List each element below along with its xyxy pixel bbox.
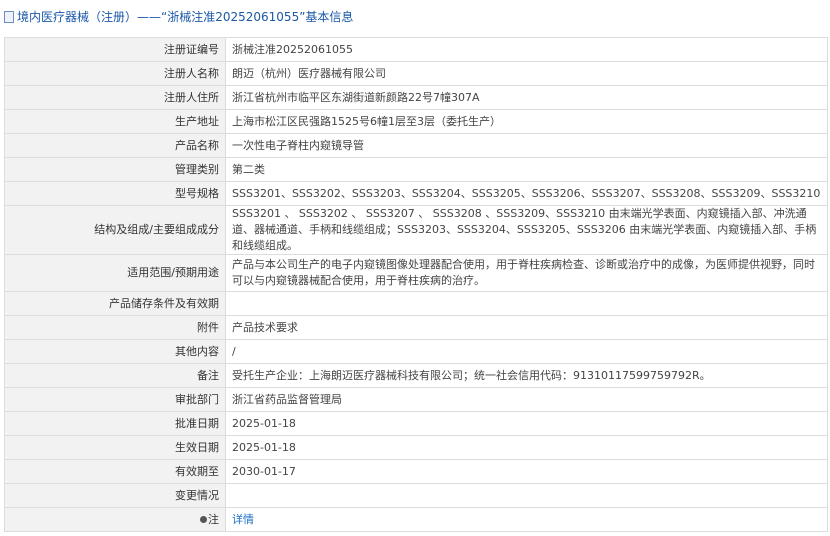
table-row: 结构及组成/主要组成成分 SSS3201 、 SSS3202 、 SSS3207…	[4, 205, 828, 255]
field-value: 2030-01-17	[225, 459, 828, 484]
field-value: 2025-01-18	[225, 411, 828, 436]
table-row: 产品名称 一次性电子脊柱内窥镜导管	[4, 133, 828, 158]
field-value: /	[225, 339, 828, 364]
table-row: 型号规格 SSS3201、SSS3202、SSS3203、SSS3204、SSS…	[4, 181, 828, 206]
field-value: 产品技术要求	[225, 315, 828, 340]
table-row: 注册证编号 浙械注准20252061055	[4, 37, 828, 62]
field-label: 产品储存条件及有效期	[4, 291, 226, 316]
field-value: 朗迈（杭州）医疗器械有限公司	[225, 61, 828, 86]
table-row: 管理类别 第二类	[4, 157, 828, 182]
field-value: 浙械注准20252061055	[225, 37, 828, 62]
table-row: 其他内容 /	[4, 339, 828, 364]
field-value: SSS3201 、 SSS3202 、 SSS3207 、 SSS3208 、S…	[225, 205, 828, 255]
field-label: 注册人名称	[4, 61, 226, 86]
field-label: 型号规格	[4, 181, 226, 206]
field-value: 2025-01-18	[225, 435, 828, 460]
field-value: 浙江省药品监督管理局	[225, 387, 828, 412]
field-label: 管理类别	[4, 157, 226, 182]
table-row: 生效日期 2025-01-18	[4, 435, 828, 460]
field-label: 变更情况	[4, 483, 226, 508]
field-label: 产品名称	[4, 133, 226, 158]
page-header: 境内医疗器械（注册）——“浙械注准20252061055”基本信息	[0, 0, 830, 33]
page-title: 境内医疗器械（注册）——“浙械注准20252061055”基本信息	[17, 10, 354, 24]
field-value: SSS3201、SSS3202、SSS3203、SSS3204、SSS3205、…	[225, 181, 828, 206]
field-value: 产品与本公司生产的电子内窥镜图像处理器配合使用，用于脊柱疾病检查、诊断或治疗中的…	[225, 254, 828, 292]
table-row: 注册人住所 浙江省杭州市临平区东湖街道新颜路22号7幢307A	[4, 85, 828, 110]
bulb-icon	[200, 515, 207, 523]
field-value	[225, 291, 828, 316]
table-row: 附件 产品技术要求	[4, 315, 828, 340]
field-value: 浙江省杭州市临平区东湖街道新颜路22号7幢307A	[225, 85, 828, 110]
field-label: 生产地址	[4, 109, 226, 134]
field-label: 注	[208, 512, 219, 526]
field-value: 第二类	[225, 157, 828, 182]
field-label: 审批部门	[4, 387, 226, 412]
table-row: 注 详情	[4, 507, 828, 532]
table-row: 变更情况	[4, 483, 828, 508]
document-icon	[4, 10, 14, 23]
field-label: 注册人住所	[4, 85, 226, 110]
field-label: 注册证编号	[4, 37, 226, 62]
field-label: 结构及组成/主要组成成分	[4, 205, 226, 255]
field-label: 适用范围/预期用途	[4, 254, 226, 292]
table-row: 产品储存条件及有效期	[4, 291, 828, 316]
field-label: 备注	[4, 363, 226, 388]
note-label-cell: 注	[4, 507, 226, 532]
table-row: 有效期至 2030-01-17	[4, 459, 828, 484]
field-label: 附件	[4, 315, 226, 340]
field-label: 批准日期	[4, 411, 226, 436]
field-value: 上海市松江区民强路1525号6幢1层至3层（委托生产）	[225, 109, 828, 134]
details-link[interactable]: 详情	[232, 513, 254, 526]
field-value: 一次性电子脊柱内窥镜导管	[225, 133, 828, 158]
field-value	[225, 483, 828, 508]
field-label: 其他内容	[4, 339, 226, 364]
info-table: 注册证编号 浙械注准20252061055 注册人名称 朗迈（杭州）医疗器械有限…	[4, 37, 828, 532]
table-row: 生产地址 上海市松江区民强路1525号6幢1层至3层（委托生产）	[4, 109, 828, 134]
field-value-cell: 详情	[225, 507, 828, 532]
field-label: 有效期至	[4, 459, 226, 484]
field-label: 生效日期	[4, 435, 226, 460]
table-row: 备注 受托生产企业：上海朗迈医疗器械科技有限公司；统一社会信用代码：913101…	[4, 363, 828, 388]
table-row: 审批部门 浙江省药品监督管理局	[4, 387, 828, 412]
field-value: 受托生产企业：上海朗迈医疗器械科技有限公司；统一社会信用代码：913101175…	[225, 363, 828, 388]
table-row: 注册人名称 朗迈（杭州）医疗器械有限公司	[4, 61, 828, 86]
table-row: 适用范围/预期用途 产品与本公司生产的电子内窥镜图像处理器配合使用，用于脊柱疾病…	[4, 254, 828, 292]
table-row: 批准日期 2025-01-18	[4, 411, 828, 436]
